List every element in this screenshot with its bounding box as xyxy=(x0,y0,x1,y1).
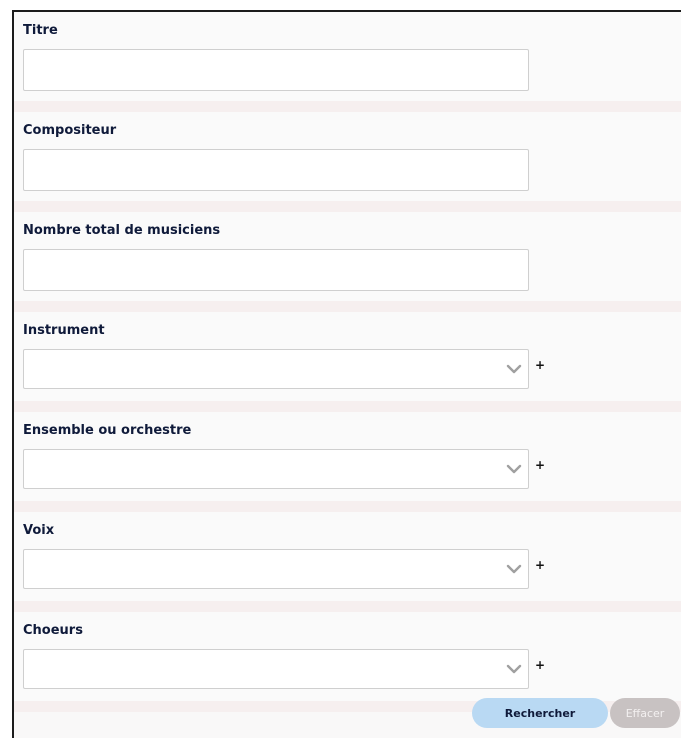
voix-select[interactable] xyxy=(23,549,529,589)
ensemble-add-plus-icon[interactable]: + xyxy=(535,458,545,472)
nombre-input[interactable] xyxy=(23,249,529,291)
choeurs-select[interactable] xyxy=(23,649,529,689)
clear-button[interactable]: Effacer xyxy=(610,698,680,728)
nombre-label: Nombre total de musiciens xyxy=(23,223,221,238)
ensemble-section: Ensemble ou orchestre + xyxy=(14,412,681,512)
titre-label: Titre xyxy=(23,23,58,38)
chevron-down-icon xyxy=(506,664,522,674)
choeurs-add-plus-icon[interactable]: + xyxy=(535,658,545,672)
instrument-label: Instrument xyxy=(23,323,105,338)
nombre-section: Nombre total de musiciens xyxy=(14,212,681,312)
chevron-down-icon xyxy=(506,564,522,574)
compositeur-section: Compositeur xyxy=(14,112,681,212)
titre-input[interactable] xyxy=(23,49,529,91)
choeurs-section: Choeurs + xyxy=(14,612,681,712)
instrument-add-plus-icon[interactable]: + xyxy=(535,358,545,372)
titre-section: Titre xyxy=(14,12,681,112)
search-form: Titre Compositeur Nombre total de musici… xyxy=(12,10,681,738)
instrument-select[interactable] xyxy=(23,349,529,389)
compositeur-label: Compositeur xyxy=(23,123,117,138)
instrument-section: Instrument + xyxy=(14,312,681,412)
search-button[interactable]: Rechercher xyxy=(472,698,608,728)
voix-label: Voix xyxy=(23,523,55,538)
ensemble-label: Ensemble ou orchestre xyxy=(23,423,192,438)
voix-add-plus-icon[interactable]: + xyxy=(535,558,545,572)
choeurs-label: Choeurs xyxy=(23,623,83,638)
chevron-down-icon xyxy=(506,364,522,374)
compositeur-input[interactable] xyxy=(23,149,529,191)
voix-section: Voix + xyxy=(14,512,681,612)
ensemble-select[interactable] xyxy=(23,449,529,489)
chevron-down-icon xyxy=(506,464,522,474)
